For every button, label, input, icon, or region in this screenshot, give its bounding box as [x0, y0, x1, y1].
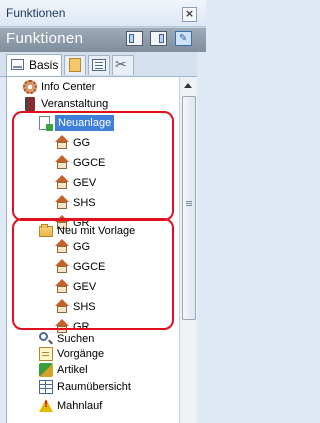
dock-left-icon [129, 34, 134, 43]
highlight-box-neu-mit-vorlage [12, 218, 174, 330]
tab-documents[interactable] [64, 55, 86, 75]
dock-right-button[interactable] [150, 31, 167, 46]
tools-icon: ✂ [115, 57, 127, 73]
tab-tools[interactable]: ✂ [112, 55, 134, 75]
panel-header: Funktionen ✎ [0, 27, 206, 53]
basis-icon [11, 59, 24, 70]
functions-panel: Funktionen × Funktionen ✎ Basis ✂ Info C… [0, 0, 206, 423]
list-icon [92, 59, 106, 71]
panel-title: Funktionen [6, 30, 84, 47]
articles-icon [39, 363, 53, 377]
pin-icon: ✎ [179, 33, 188, 44]
warning-icon [39, 399, 53, 412]
highlight-box-neuanlage [12, 111, 174, 221]
pin-button[interactable]: ✎ [175, 31, 192, 46]
gear-icon [23, 80, 37, 94]
dock-right-icon [159, 34, 164, 43]
window-title: Funktionen [6, 6, 66, 20]
scroll-up-icon[interactable] [180, 79, 197, 93]
room-overview-icon [39, 380, 53, 394]
dock-left-button[interactable] [126, 31, 143, 46]
panel-border [197, 52, 206, 423]
tab-strip: Basis ✂ [0, 52, 206, 77]
tab-basis[interactable]: Basis [6, 54, 62, 76]
vertical-scrollbar[interactable] [179, 77, 197, 423]
search-icon [39, 332, 48, 341]
scroll-thumb[interactable] [182, 96, 196, 320]
book-icon [25, 97, 35, 111]
window-titlebar: Funktionen × [0, 0, 206, 27]
tab-list[interactable] [88, 55, 110, 75]
notes-icon [39, 347, 53, 361]
close-icon[interactable]: × [182, 7, 197, 22]
tab-basis-label: Basis [29, 58, 59, 72]
documents-icon [69, 58, 81, 72]
